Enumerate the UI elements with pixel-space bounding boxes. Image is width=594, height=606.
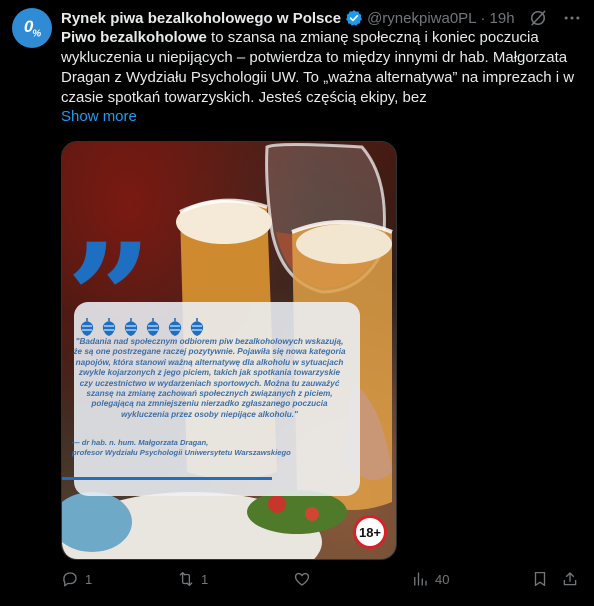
like-button[interactable] xyxy=(293,570,317,588)
author-handle[interactable]: @rynekpiwa0PL xyxy=(367,10,476,27)
quote-author-name: — dr hab. n. hum. Małgorzata Dragan, xyxy=(72,438,209,447)
tweet-actions: 1 1 40 xyxy=(61,570,581,594)
tweet-header: Rynek piwa bezalkoholowego w Polsce @ryn… xyxy=(61,8,515,28)
reply-icon xyxy=(63,572,77,587)
hop-icon xyxy=(146,318,160,336)
hop-icon xyxy=(102,318,116,336)
retweet-icon xyxy=(179,571,193,587)
hop-icon xyxy=(80,318,94,336)
show-more-link[interactable]: Show more xyxy=(61,108,137,125)
retweet-count: 1 xyxy=(201,571,209,587)
tweet[interactable]: 0% Rynek piwa bezalkoholowego w Polsce @… xyxy=(0,0,594,606)
retweet-button[interactable]: 1 xyxy=(177,570,208,588)
tweet-text-bold: Piwo bezalkoholowe xyxy=(61,29,207,46)
tweet-text: Piwo bezalkoholowe to szansa na zmianę s… xyxy=(61,28,581,108)
views-button[interactable]: 40 xyxy=(411,570,449,588)
heart-icon xyxy=(294,572,310,586)
age-restriction-badge: 18+ xyxy=(353,515,387,549)
reply-button[interactable]: 1 xyxy=(61,570,92,588)
header-actions xyxy=(528,8,582,28)
hop-icon xyxy=(190,318,204,336)
verified-badge-icon xyxy=(346,10,363,26)
quote-underline xyxy=(62,477,272,480)
reply-count: 1 xyxy=(85,571,93,587)
avatar[interactable]: 0% xyxy=(12,8,52,48)
quote-text: "Badania nad społecznym odbiorem piw bez… xyxy=(73,337,346,419)
hops-row xyxy=(78,317,206,337)
separator-dot: · xyxy=(480,9,486,27)
bookmark-button[interactable] xyxy=(531,570,549,588)
more-options-icon[interactable] xyxy=(562,8,582,28)
author-name[interactable]: Rynek piwa bezalkoholowego w Polsce xyxy=(61,10,341,27)
share-icon xyxy=(563,572,577,586)
grok-icon[interactable] xyxy=(528,8,548,28)
tweet-timestamp[interactable]: 19h xyxy=(490,10,515,27)
hop-icon xyxy=(124,318,138,336)
share-button[interactable] xyxy=(561,570,579,588)
avatar-text: 0% xyxy=(23,16,41,40)
hop-icon xyxy=(168,318,182,336)
views-icon xyxy=(414,572,427,586)
quote-author: — dr hab. n. hum. Małgorzata Dragan, pro… xyxy=(72,438,332,458)
tweet-media-image[interactable]: ” "Badania nad społecznym odbiorem piw b… xyxy=(61,141,397,560)
quote-author-title: profesor Wydziału Psychologii Uniwersyte… xyxy=(72,448,291,457)
bookmark-icon xyxy=(534,571,546,587)
views-count: 40 xyxy=(435,571,450,587)
